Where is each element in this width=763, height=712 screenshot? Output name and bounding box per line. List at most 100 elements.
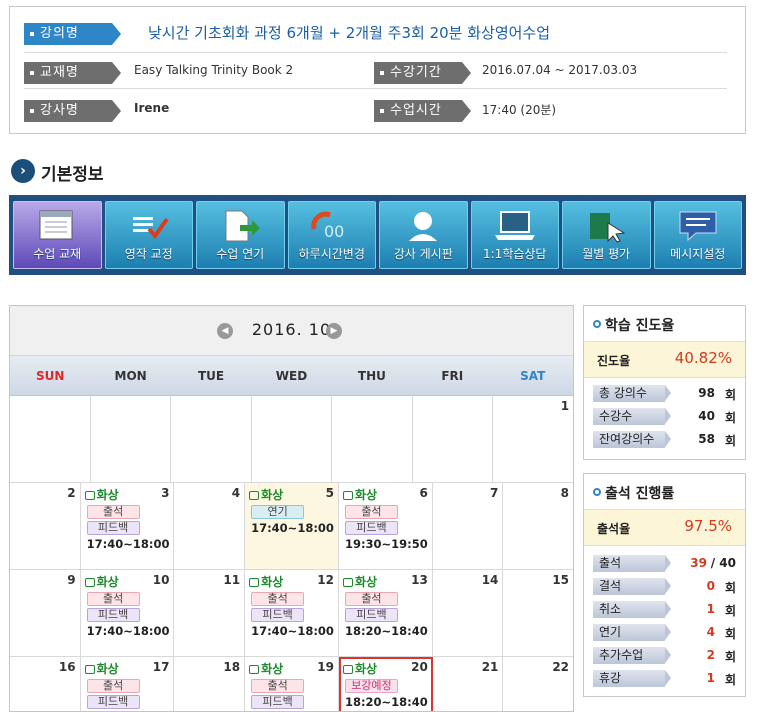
calendar-day[interactable]: 13 화상 출석 피드백 18:20~18:40 xyxy=(338,570,433,656)
stat-value: 4 xyxy=(706,625,715,639)
stat-unit: 회 xyxy=(724,604,736,618)
calendar-day[interactable]: 2 xyxy=(10,483,81,569)
lesson-time: 17:40~18:00 xyxy=(251,521,334,535)
calendar-day[interactable] xyxy=(90,396,172,482)
tv-icon xyxy=(342,578,353,587)
stat-unit: 회 xyxy=(724,581,736,595)
stat-value: 98 xyxy=(698,386,715,400)
day-number: 16 xyxy=(58,660,76,674)
feedback-tag[interactable]: 피드백 xyxy=(251,608,305,622)
toolbar-button-correction[interactable]: 영작 교정 xyxy=(104,201,193,269)
document-arrow-icon xyxy=(225,210,261,242)
tv-icon xyxy=(249,491,260,500)
feedback-tag[interactable]: 피드백 xyxy=(86,608,140,622)
attendance-rate-label: 출석율 xyxy=(597,522,631,536)
calendar-day[interactable] xyxy=(10,396,91,482)
feedback-tag[interactable]: 피드백 xyxy=(86,521,140,535)
calendar-day[interactable] xyxy=(171,396,252,482)
stat-value: 1 xyxy=(706,602,715,616)
calendar-day[interactable] xyxy=(251,396,333,482)
calendar-day[interactable]: 7 xyxy=(432,483,504,569)
calendar-day[interactable]: 17화상출석피드백17:40~18:00 xyxy=(80,657,175,711)
calendar-day[interactable]: 21 xyxy=(432,657,504,711)
book-icon xyxy=(39,210,73,240)
lesson-indicator: 화상 xyxy=(84,486,170,503)
stat-row: 수강수 40 회 xyxy=(584,405,745,428)
feedback-tag[interactable]: 피드백 xyxy=(251,695,305,709)
attendance-tag[interactable]: 출석 xyxy=(344,592,398,606)
stat-row: 잔여강의수 58 회 xyxy=(584,428,745,451)
toolbar-button-book[interactable]: 수업 교재 xyxy=(13,201,102,269)
toolbar-button-message[interactable]: 메시지설정 xyxy=(653,201,742,269)
progress-rate-value: 40.82% xyxy=(674,349,732,367)
calendar-day[interactable]: 10 화상 출석 피드백 17:40~18:00 xyxy=(80,570,175,656)
calendar-week: 2 3 화상 출석 피드백 17:40~18:00 4 5 화상 연기 17:40~18:00 6 화상… xyxy=(10,483,573,570)
toolbar-button-teacher-board[interactable]: 강사 게시판 xyxy=(379,201,468,269)
calendar-day[interactable]: 3 화상 출석 피드백 17:40~18:00 xyxy=(80,483,175,569)
toolbar-label: 하루시간변경 xyxy=(298,247,365,261)
next-month-icon[interactable]: ▶ xyxy=(326,323,342,339)
course-name-label: 강의명 xyxy=(24,23,121,45)
tv-icon xyxy=(342,665,353,674)
stat-row: 총 강의수 98 회 xyxy=(584,382,745,405)
calendar-day[interactable]: 8 xyxy=(503,483,573,569)
stat-label: 잔여강의수 xyxy=(593,431,671,448)
day-number: 5 xyxy=(325,486,334,500)
attendance-rate-value: 97.5% xyxy=(684,517,732,535)
stat-row: 추가수업 2 회 xyxy=(584,644,745,667)
calendar-day[interactable]: 14 xyxy=(432,570,504,656)
feedback-tag[interactable]: 피드백 xyxy=(344,521,398,535)
calendar-day[interactable] xyxy=(412,396,494,482)
calendar-day[interactable]: 11 xyxy=(174,570,246,656)
day-number: 15 xyxy=(552,573,570,587)
attendance-tag[interactable]: 출석 xyxy=(344,505,398,519)
attendance-tag[interactable]: 출석 xyxy=(251,592,305,606)
attendance-tag[interactable]: 출석 xyxy=(86,679,140,693)
stat-value: 2 xyxy=(706,648,715,662)
calendar-day[interactable]: 19화상출석피드백17:40~18:00 xyxy=(245,657,339,711)
day-number: 13 xyxy=(411,573,428,587)
weekday-mon: MON xyxy=(114,369,147,383)
stat-label: 결석 xyxy=(593,578,671,595)
progress-stats: 총 강의수 98 회 수강수 40 회 잔여강의수 58 회 xyxy=(584,378,745,451)
calendar-day[interactable]: 9 xyxy=(10,570,81,656)
attendance-tag[interactable]: 출석 xyxy=(251,679,305,693)
calendar-day[interactable]: 4 xyxy=(174,483,246,569)
attendance-title: 출석 진행률 xyxy=(605,486,675,502)
toolbar-label: 영작 교정 xyxy=(124,247,173,261)
feature-toolbar: 수업 교재 영작 교정 수업 연기 00 하루시간변경 강사 게시판 1:1학습… xyxy=(9,195,746,275)
delay-tag[interactable]: 연기 xyxy=(251,505,305,519)
calendar-day[interactable]: 22 xyxy=(503,657,573,711)
lesson-time: 17:40~18:00 xyxy=(86,624,170,638)
attendance-tag[interactable]: 출석 xyxy=(86,592,140,606)
stat-label: 수강수 xyxy=(593,408,671,425)
calendar-day[interactable]: 18 xyxy=(174,657,246,711)
stat-unit: 회 xyxy=(724,434,736,448)
toolbar-button-consulting[interactable]: 1:1학습상담 xyxy=(470,201,559,269)
calendar-day[interactable]: 16 xyxy=(10,657,81,711)
calendar-day[interactable] xyxy=(332,396,413,482)
day-number: 19 xyxy=(317,660,334,674)
clock-change-icon: 00 xyxy=(310,211,344,241)
lesson-label: 화상 xyxy=(96,488,119,502)
makeup-tag[interactable]: 보강예정 xyxy=(344,679,398,693)
course-name-row: 강의명 낮시간 기초회화 과정 6개월 + 2개월 주3회 20분 화상영어수업 xyxy=(24,20,727,53)
day-number: 1 xyxy=(560,399,570,413)
attendance-tag[interactable]: 출석 xyxy=(86,505,140,519)
toolbar-button-delay[interactable]: 수업 연기 xyxy=(196,201,285,269)
book-period-row: 교재명 Easy Talking Trinity Book 2 수강기간 201… xyxy=(24,59,727,89)
calendar-day[interactable]: 1 xyxy=(493,396,573,482)
calendar-day[interactable]: 20 화상 보강예정 18:20~18:40 xyxy=(338,657,433,711)
calendar-day[interactable]: 6 화상 출석 피드백 19:30~19:50 xyxy=(338,483,433,569)
toolbar-button-monthly-eval[interactable]: 월별 평가 xyxy=(562,201,651,269)
toolbar-button-time-change[interactable]: 00 하루시간변경 xyxy=(287,201,376,269)
chart-cursor-icon xyxy=(590,213,626,243)
feedback-tag[interactable]: 피드백 xyxy=(86,695,140,709)
lesson-time: 18:20~18:40 xyxy=(344,695,428,709)
weekday-sat: SAT xyxy=(520,369,546,383)
calendar-day[interactable]: 12 화상 출석 피드백 17:40~18:00 xyxy=(245,570,339,656)
feedback-tag[interactable]: 피드백 xyxy=(344,608,398,622)
calendar-day[interactable]: 5 화상 연기 17:40~18:00 xyxy=(245,483,339,569)
calendar-day[interactable]: 15 xyxy=(503,570,573,656)
lesson-label: 화상 xyxy=(261,662,284,676)
